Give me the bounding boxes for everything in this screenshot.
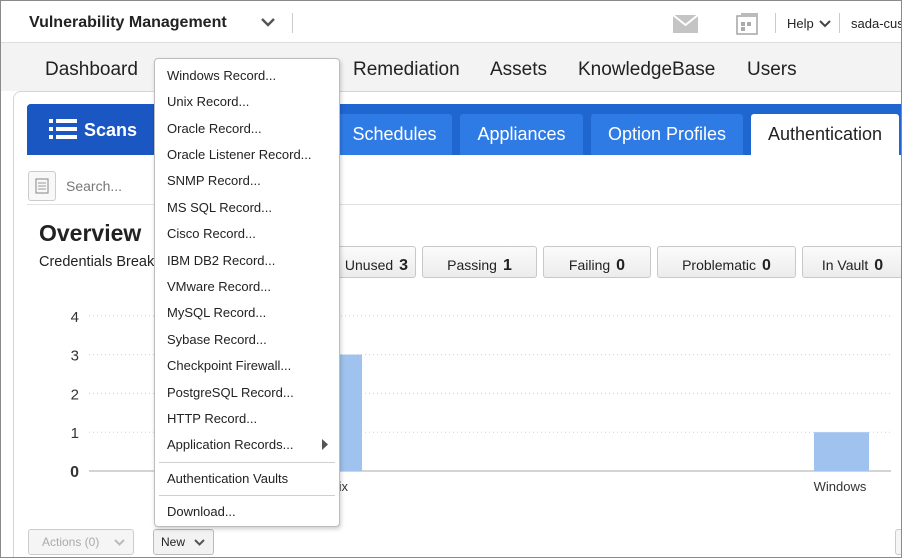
menu-item-checkpoint-firewall[interactable]: Checkpoint Firewall... bbox=[167, 358, 291, 373]
menu-item-ibm-db2-record[interactable]: IBM DB2 Record... bbox=[167, 253, 275, 268]
menu-item-vmware-record[interactable]: VMware Record... bbox=[167, 279, 271, 294]
menu-item-ms-sql-record[interactable]: MS SQL Record... bbox=[167, 200, 272, 215]
menu-item-cisco-record[interactable]: Cisco Record... bbox=[167, 226, 256, 241]
x-tick-label: Windows bbox=[814, 479, 867, 494]
menu-item-unix-record[interactable]: Unix Record... bbox=[167, 94, 249, 109]
menu-divider bbox=[159, 495, 335, 496]
app-window: Vulnerability Management Help sada-cus D… bbox=[0, 0, 902, 558]
menu-item-download[interactable]: Download... bbox=[167, 504, 236, 519]
chevron-down-icon bbox=[194, 539, 205, 546]
new-label: New bbox=[161, 535, 186, 549]
y-tick-label: 4 bbox=[71, 309, 79, 326]
credentials-chart: 01234UnixWindows bbox=[70, 309, 891, 494]
menu-item-snmp-record[interactable]: SNMP Record... bbox=[167, 173, 261, 188]
pagination-button[interactable] bbox=[895, 529, 901, 555]
menu-item-oracle-listener-record[interactable]: Oracle Listener Record... bbox=[167, 147, 312, 162]
menu-item-http-record[interactable]: HTTP Record... bbox=[167, 411, 257, 426]
menu-divider bbox=[159, 462, 335, 463]
y-tick-label: 1 bbox=[71, 425, 79, 442]
submenu-arrow-icon bbox=[322, 439, 328, 450]
actions-label: Actions (0) bbox=[42, 535, 100, 549]
menu-item-authentication-vaults[interactable]: Authentication Vaults bbox=[167, 471, 288, 486]
menu-item-sybase-record[interactable]: Sybase Record... bbox=[167, 332, 267, 347]
new-dropdown-menu: Windows Record... Unix Record... Oracle … bbox=[154, 58, 340, 527]
chevron-down-icon bbox=[114, 539, 125, 546]
y-tick-label: 0 bbox=[70, 464, 79, 481]
y-tick-label: 2 bbox=[71, 386, 79, 403]
menu-item-oracle-record[interactable]: Oracle Record... bbox=[167, 121, 262, 136]
bar-windows bbox=[814, 432, 869, 471]
menu-item-postgresql-record[interactable]: PostgreSQL Record... bbox=[167, 385, 294, 400]
menu-item-mysql-record[interactable]: MySQL Record... bbox=[167, 305, 266, 320]
y-tick-label: 3 bbox=[71, 348, 79, 365]
menu-item-application-records[interactable]: Application Records... bbox=[167, 437, 293, 452]
menu-item-windows-record[interactable]: Windows Record... bbox=[167, 68, 276, 83]
